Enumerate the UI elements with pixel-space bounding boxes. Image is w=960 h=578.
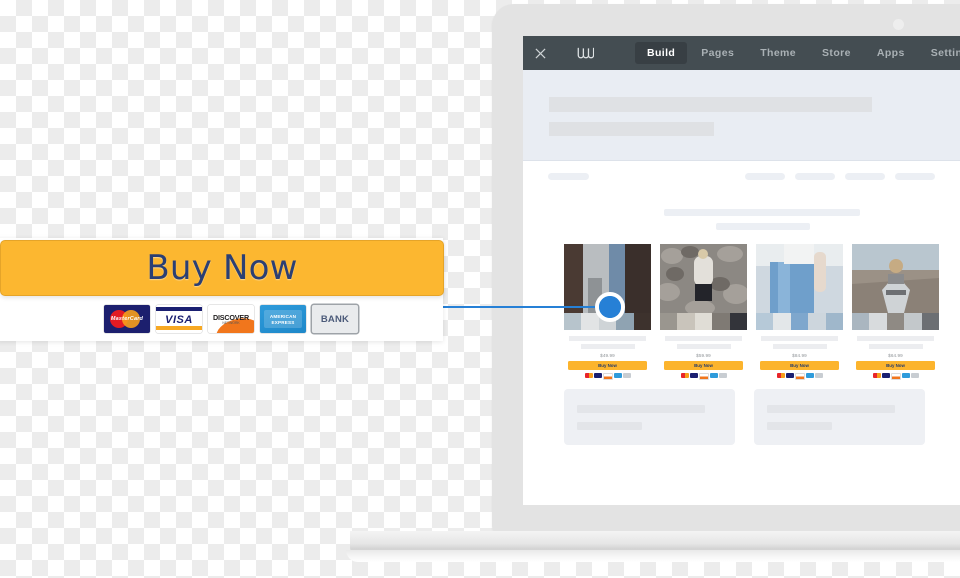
amex-icon — [613, 372, 622, 378]
callout-marker-dot-inner — [599, 296, 621, 318]
visa-icon — [593, 372, 602, 378]
payment-icons — [852, 372, 939, 380]
nav-item-placeholder — [895, 173, 935, 180]
product-buy-now-button[interactable]: Buy Now — [664, 361, 743, 370]
content-line-placeholder — [767, 422, 832, 430]
site-nav-placeholder — [523, 173, 960, 181]
product-subtitle-placeholder — [868, 344, 923, 349]
editor-tab-list: Build Pages Theme Store Apps Settings — [635, 42, 960, 64]
product-image — [852, 244, 939, 313]
payment-icons — [756, 372, 843, 380]
mastercard-label: MasterCard — [110, 316, 144, 322]
discover-icon — [602, 372, 613, 380]
visa-icon — [689, 372, 698, 378]
laptop-camera-icon — [893, 19, 904, 30]
bank-logo-icon: BANK — [312, 305, 358, 333]
product-card[interactable]: $59.99 Buy Now — [660, 244, 747, 380]
product-buy-now-button[interactable]: Buy Now — [856, 361, 935, 370]
section-subtitle-placeholder — [716, 223, 810, 230]
bank-icon — [910, 372, 919, 378]
tab-store[interactable]: Store — [810, 42, 863, 64]
editor-toolbar: Build Pages Theme Store Apps Settings — [523, 36, 960, 70]
content-line-placeholder — [577, 422, 642, 430]
product-subtitle-placeholder — [676, 344, 731, 349]
nav-item-placeholder — [845, 173, 885, 180]
product-price: $84.99 — [792, 353, 807, 358]
close-icon[interactable] — [523, 36, 557, 70]
product-subtitle-placeholder — [580, 344, 635, 349]
visa-bottom-band — [156, 326, 202, 330]
laptop-screen: Build Pages Theme Store Apps Settings — [523, 36, 960, 505]
payment-icons — [660, 372, 747, 380]
nav-item-placeholder — [795, 173, 835, 180]
hero-subline-placeholder — [549, 122, 714, 136]
tab-theme[interactable]: Theme — [748, 42, 808, 64]
weebly-w-logo-icon[interactable] — [557, 36, 613, 70]
visa-logo-icon: VISA — [156, 305, 202, 333]
bank-icon — [622, 372, 631, 378]
amex-icon — [901, 372, 910, 378]
visa-label: VISA — [165, 314, 193, 326]
product-buy-now-button[interactable]: Buy Now — [568, 361, 647, 370]
tab-pages[interactable]: Pages — [689, 42, 746, 64]
visa-icon — [785, 372, 794, 378]
content-line-placeholder — [767, 405, 895, 413]
amex-label: AMERICAN EXPRESS — [269, 314, 297, 325]
nav-logo-placeholder — [548, 173, 589, 180]
amex-icon — [709, 372, 718, 378]
buy-now-label: Buy Now — [146, 248, 298, 288]
product-image — [660, 244, 747, 313]
product-title-placeholder — [569, 336, 646, 341]
product-title-placeholder — [761, 336, 838, 341]
content-block-row — [564, 389, 925, 445]
section-title-placeholder — [664, 209, 860, 216]
product-thumbnail-strip — [756, 313, 843, 330]
tab-apps[interactable]: Apps — [865, 42, 917, 64]
mastercard-icon — [872, 372, 881, 378]
page-content: $49.99 Buy Now $59.99 Buy Now $84.99 Buy… — [523, 161, 960, 505]
hero-headline-placeholder — [549, 97, 872, 112]
content-line-placeholder — [577, 405, 705, 413]
product-price: $49.99 — [600, 353, 615, 358]
mastercard-icon — [680, 372, 689, 378]
hero-section — [523, 70, 960, 161]
tab-settings[interactable]: Settings — [919, 42, 960, 64]
bank-icon — [718, 372, 727, 378]
payment-methods-row: MasterCard VISA DISCOVER NETWORK AMERICA… — [104, 305, 358, 333]
product-price: $59.99 — [696, 353, 711, 358]
product-buy-now-button[interactable]: Buy Now — [760, 361, 839, 370]
visa-icon — [881, 372, 890, 378]
product-title-placeholder — [857, 336, 934, 341]
nav-item-placeholder — [745, 173, 785, 180]
buy-now-button[interactable]: Buy Now — [0, 240, 444, 296]
content-block[interactable] — [754, 389, 925, 445]
discover-logo-icon: DISCOVER NETWORK — [208, 305, 254, 333]
product-subtitle-placeholder — [772, 344, 827, 349]
laptop-mockup: Build Pages Theme Store Apps Settings — [346, 4, 960, 562]
mastercard-icon — [584, 372, 593, 378]
mastercard-icon — [776, 372, 785, 378]
product-title-placeholder — [665, 336, 742, 341]
amex-logo-icon: AMERICAN EXPRESS — [260, 305, 306, 333]
callout-connector-line — [440, 306, 612, 308]
mastercard-logo-icon: MasterCard — [104, 305, 150, 333]
discover-icon — [794, 372, 805, 380]
bank-label: BANK — [320, 314, 350, 325]
discover-icon — [698, 372, 709, 380]
product-price: $64.99 — [888, 353, 903, 358]
product-image — [756, 244, 843, 313]
visa-top-band — [156, 307, 202, 311]
product-thumbnail-strip — [852, 313, 939, 330]
payment-icons — [564, 372, 651, 380]
discover-icon — [890, 372, 901, 380]
amex-icon — [805, 372, 814, 378]
tab-build[interactable]: Build — [635, 42, 688, 64]
laptop-base-foot — [346, 550, 960, 562]
bank-icon — [814, 372, 823, 378]
discover-sublabel: NETWORK — [222, 321, 240, 325]
product-card[interactable]: $64.99 Buy Now — [852, 244, 939, 380]
product-thumbnail-strip — [660, 313, 747, 330]
product-card[interactable]: $84.99 Buy Now — [756, 244, 843, 380]
content-block[interactable] — [564, 389, 735, 445]
